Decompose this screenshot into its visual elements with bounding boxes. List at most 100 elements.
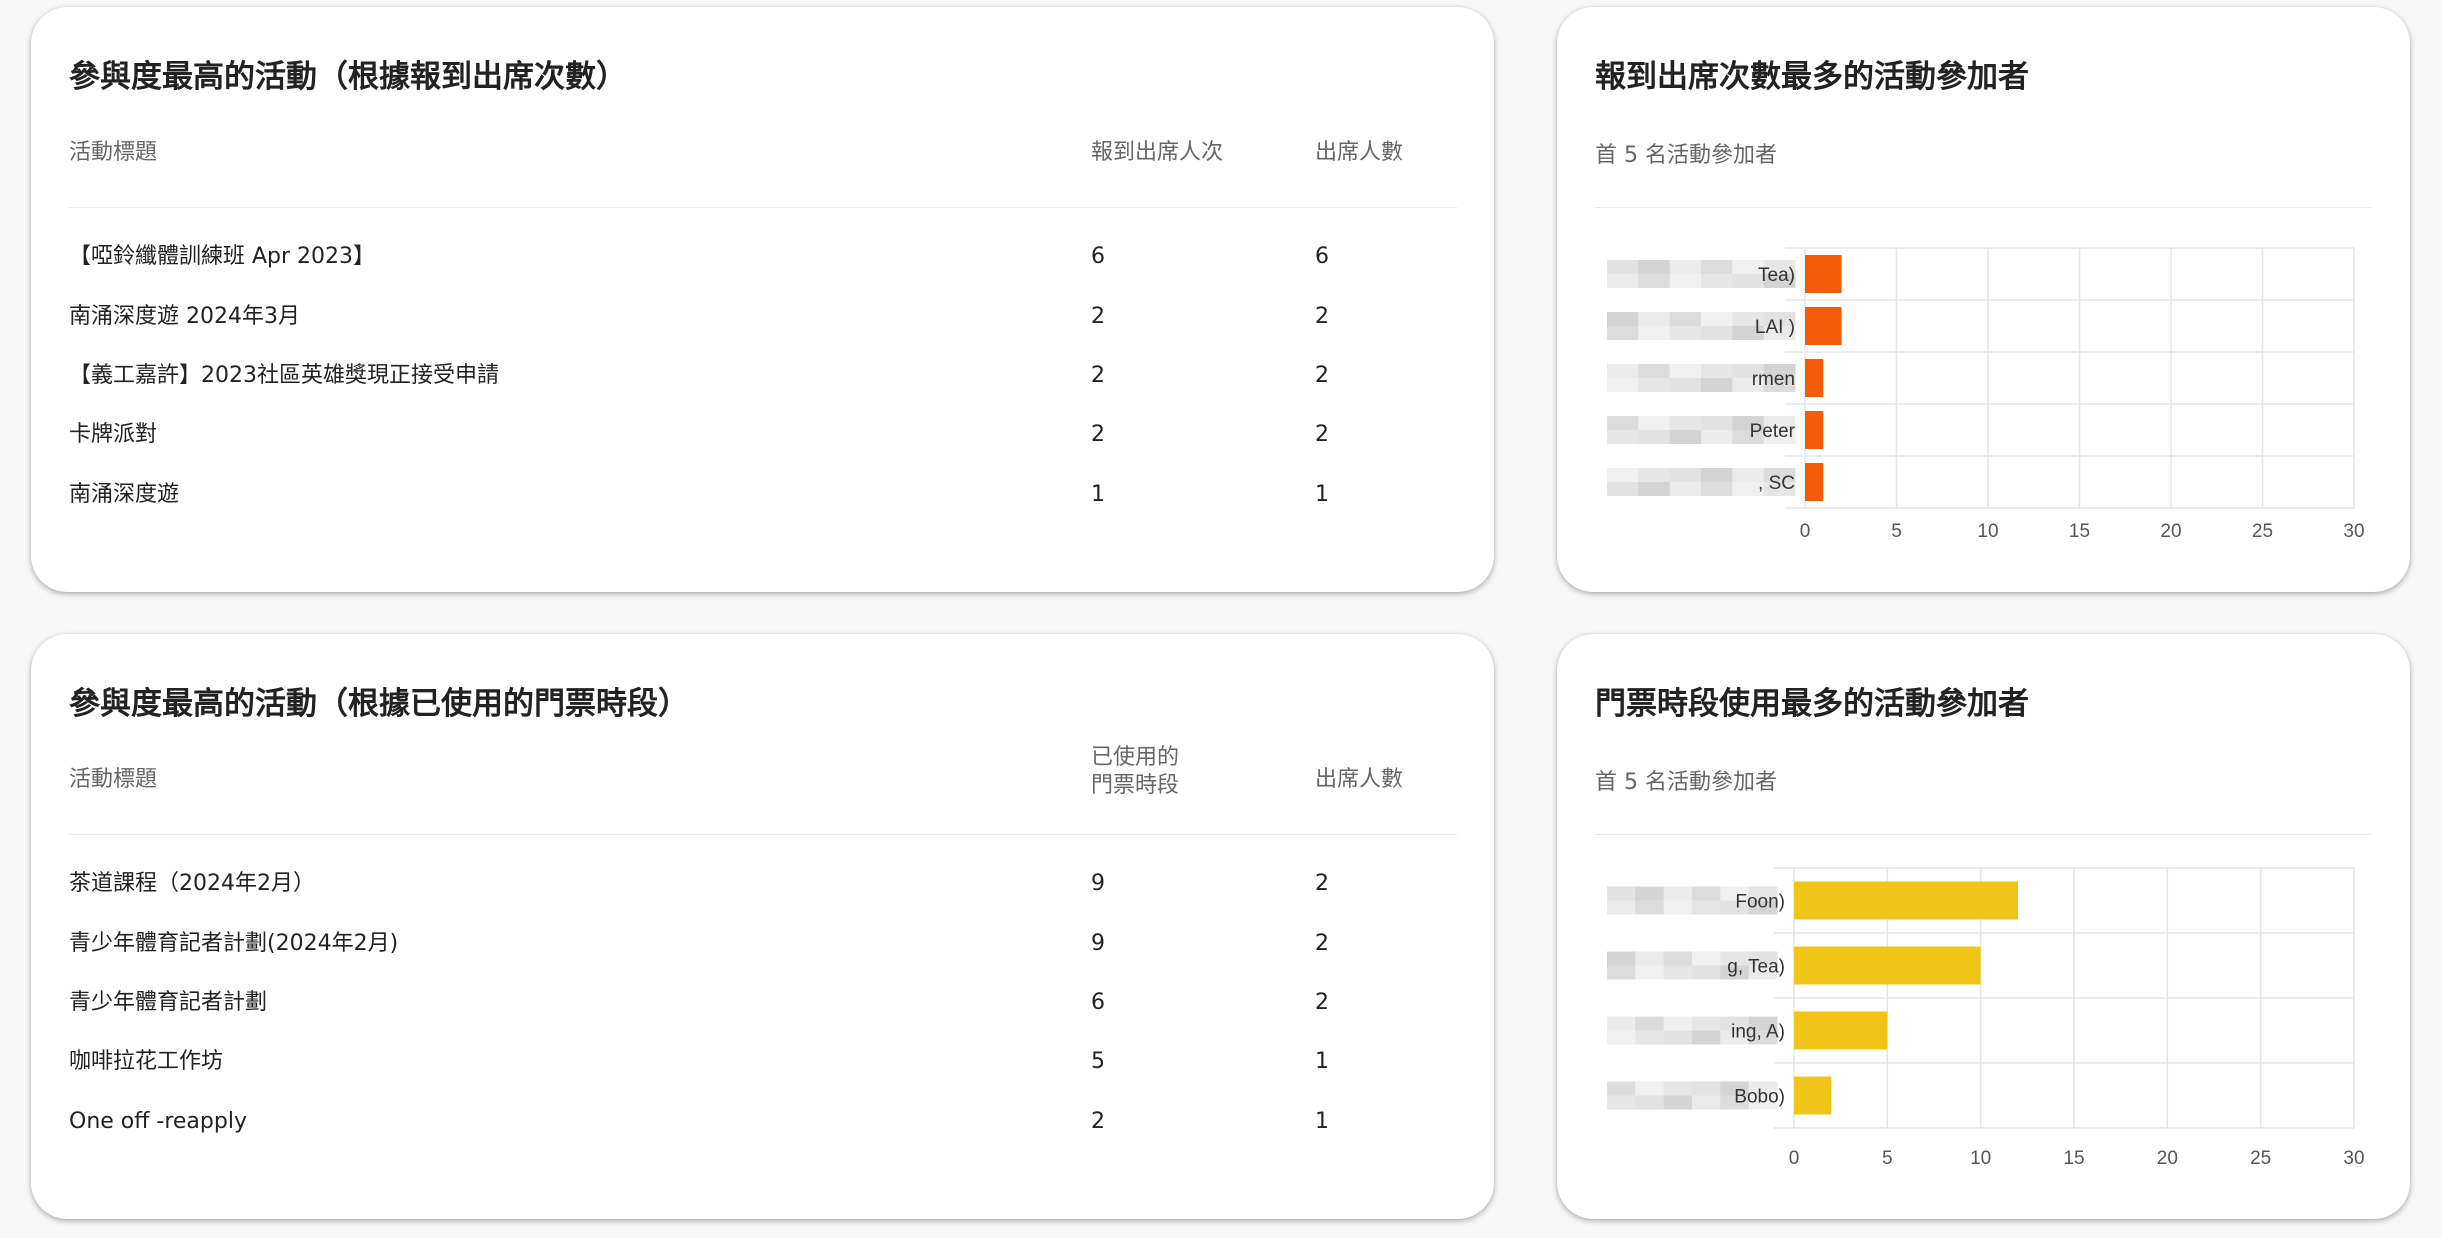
bar [1794,1076,1832,1115]
redacted-name-block [1607,1030,1636,1045]
redacted-name-block [1607,468,1639,482]
column-header-used-slots-line1[interactable]: 已使用的 [1091,744,1179,772]
x-tick-label: 15 [2063,1148,2084,1169]
redacted-name-block [1669,364,1702,378]
redacted-name-block [1701,416,1733,430]
redacted-name-block [1701,312,1733,326]
header-divider [69,834,1457,835]
x-tick-label: 15 [2069,521,2090,542]
redacted-name-block [1607,1081,1636,1096]
redacted-name-block [1692,1030,1721,1045]
redacted-name-block [1663,886,1693,901]
redacted-name-block [1701,364,1733,378]
attendees-cell: 2 [1315,871,1329,896]
redacted-name-block [1692,951,1721,966]
ticket-participants-bar-chart: 0 5 10 15 20 25 30 Foon) g, Tea) ing, A) Bobo) [1607,867,2365,1169]
slots-cell: 9 [1091,871,1105,896]
redacted-name-block [1607,364,1639,378]
bar [1805,359,1824,397]
attendees-cell: 2 [1315,990,1329,1015]
attendees-cell: 2 [1315,363,1329,388]
redacted-name-block [1701,468,1733,482]
redacted-name-block [1692,1016,1721,1031]
redacted-name-block [1607,900,1636,915]
column-header-attendees[interactable]: 出席人數 [1315,766,1403,794]
slots-cell: 2 [1091,1109,1105,1134]
event-title-cell: 【啞鈴纖體訓練班 Apr 2023】 [69,244,376,269]
event-title-cell: 青少年體育記者計劃 [69,990,268,1015]
y-category-label: , SC [1758,473,1795,494]
redacted-name-block [1669,312,1702,326]
attendees-cell: 6 [1315,244,1329,269]
redacted-name-block [1607,1095,1636,1110]
redacted-name-block [1692,1081,1721,1096]
redacted-name-block [1635,1016,1665,1031]
column-header-event-title[interactable]: 活動標題 [69,766,157,794]
redacted-name-block [1669,468,1702,482]
y-category-label: Tea) [1758,265,1795,286]
checkins-cell: 1 [1091,482,1105,507]
redacted-name-block [1669,274,1702,288]
redacted-name-block [1663,1081,1693,1096]
redacted-name-block [1663,1030,1693,1045]
redacted-name-block [1701,482,1733,496]
redacted-name-block [1669,430,1702,444]
y-category-label: Peter [1750,421,1796,442]
redacted-name-block [1701,378,1733,392]
attendees-cell: 2 [1315,931,1329,956]
bar [1794,946,1981,985]
slots-cell: 9 [1091,931,1105,956]
y-category-label: g, Tea) [1727,957,1785,978]
redacted-name-block [1635,900,1665,915]
event-title-cell: 咖啡拉花工作坊 [69,1049,224,1074]
attendees-cell: 1 [1315,1049,1329,1074]
redacted-name-block [1692,965,1721,980]
bar [1805,255,1842,293]
redacted-name-block [1638,260,1671,274]
redacted-name-block [1663,951,1693,966]
column-header-checkins[interactable]: 報到出席人次 [1091,139,1223,167]
bar [1805,307,1842,345]
redacted-name-block [1635,951,1665,966]
redacted-name-block [1638,468,1671,482]
column-header-attendees[interactable]: 出席人數 [1315,139,1403,167]
redacted-name-block [1701,274,1733,288]
event-title-cell: 茶道課程（2024年2月） [69,871,315,896]
redacted-name-block [1663,1016,1693,1031]
redacted-name-block [1663,965,1693,980]
redacted-name-block [1635,1095,1665,1110]
redacted-name-block [1669,378,1702,392]
attendees-cell: 2 [1315,422,1329,447]
redacted-name-block [1638,430,1671,444]
redacted-name-block [1638,364,1671,378]
top-participants-by-ticket-slots-card: 門票時段使用最多的活動參加者 首 5 名活動參加者 0 5 10 15 20 25 30 Fo… [1557,634,2410,1219]
redacted-name-block [1669,482,1702,496]
x-tick-label: 30 [2343,521,2364,542]
x-tick-label: 5 [1882,1148,1893,1169]
top-participants-by-checkin-card: 報到出席次數最多的活動參加者 首 5 名活動參加者 0 5 10 15 20 25 30 Te… [1557,7,2410,592]
top-events-by-ticket-slots-card: 參與度最高的活動（根據已使用的門票時段） 活動標題 已使用的 門票時段 出席人數… [31,634,1494,1219]
bar [1805,411,1824,449]
redacted-name-block [1607,378,1639,392]
x-tick-label: 10 [1977,521,1998,542]
column-header-event-title[interactable]: 活動標題 [69,139,157,167]
redacted-name-block [1638,416,1671,430]
column-header-used-slots-line2[interactable]: 門票時段 [1091,772,1179,800]
slots-cell: 6 [1091,990,1105,1015]
x-tick-label: 25 [2250,1148,2271,1169]
redacted-name-block [1669,416,1702,430]
slots-cell: 5 [1091,1049,1105,1074]
y-category-label: Bobo) [1734,1087,1785,1108]
redacted-name-block [1701,326,1733,340]
event-title-cell: 南涌深度遊 [69,482,180,507]
x-tick-label: 20 [2160,521,2181,542]
checkins-cell: 2 [1091,304,1105,329]
attendees-cell: 2 [1315,304,1329,329]
event-title-cell: 青少年體育記者計劃(2024年2月) [69,931,399,956]
redacted-name-block [1607,430,1639,444]
x-tick-label: 30 [2343,1148,2364,1169]
redacted-name-block [1663,900,1693,915]
event-title-cell: 卡牌派對 [69,422,158,447]
event-title-cell: 【義工嘉許】2023社區英雄獎現正接受申請 [69,363,499,388]
redacted-name-block [1607,1016,1636,1031]
